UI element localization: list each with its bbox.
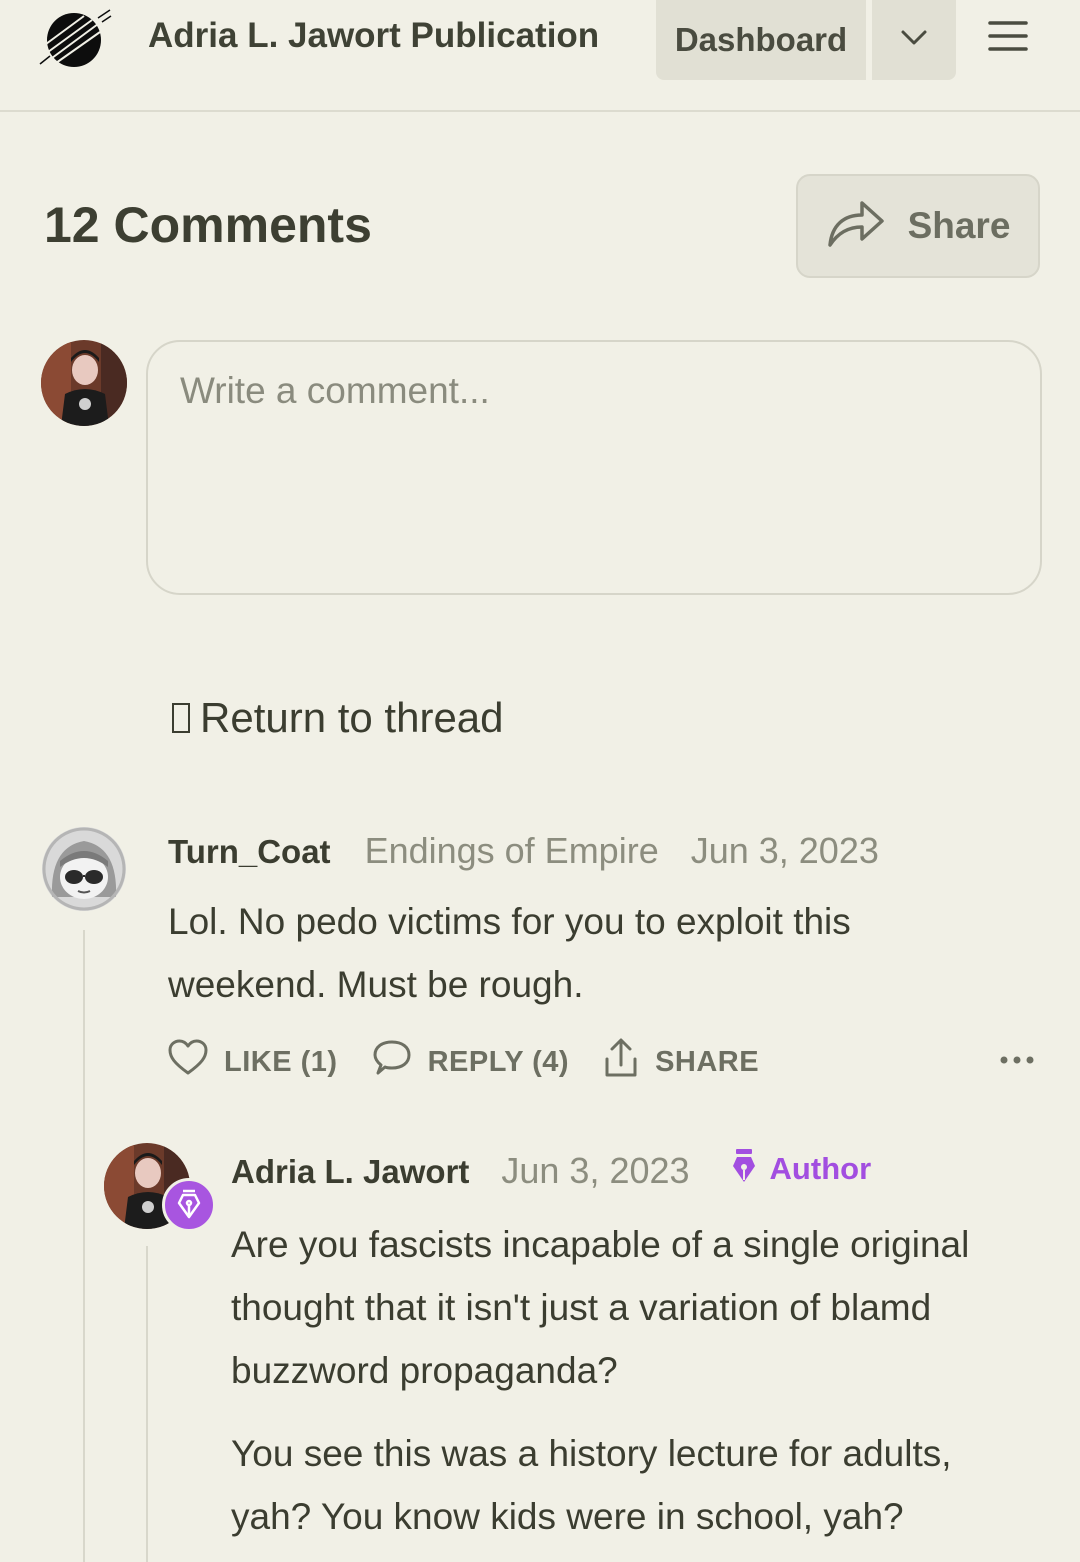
top-header: Adria L. Jawort Publication Dashboard (0, 0, 1080, 112)
share-comment-label: SHARE (655, 1045, 760, 1078)
reply-body-line: Are you fascists incapable of a single o… (231, 1224, 970, 1265)
comment-body-line: Lol. No pedo victims for you to exploit … (168, 901, 851, 942)
hamburger-menu-button[interactable] (984, 16, 1032, 60)
comment-body-line: weekend. Must be rough. (168, 964, 584, 1005)
return-to-thread-link[interactable]: Return to thread (172, 694, 504, 742)
reply-body-line: buzzword propaganda? (231, 1350, 618, 1391)
return-to-thread-label: Return to thread (200, 694, 504, 741)
more-dots-icon (999, 1052, 1035, 1070)
share-post-button[interactable]: Share (796, 174, 1040, 278)
comment-publication[interactable]: Endings of Empire (365, 830, 659, 872)
reply-date[interactable]: Jun 3, 2023 (501, 1150, 689, 1192)
fountain-pen-icon (730, 1147, 758, 1191)
dashboard-button[interactable]: Dashboard (656, 0, 866, 80)
fountain-pen-icon (174, 1187, 204, 1224)
author-tag: Author (730, 1147, 872, 1191)
like-label: LIKE (1) (224, 1045, 338, 1078)
current-user-avatar[interactable] (41, 340, 127, 426)
chevron-down-icon (900, 29, 928, 52)
publication-logo[interactable] (38, 8, 112, 68)
comment-meta: Turn_Coat Endings of Empire Jun 3, 2023 (168, 830, 879, 872)
comment-author[interactable]: Turn_Coat (168, 833, 331, 871)
page: Adria L. Jawort Publication Dashboard 12… (0, 0, 1080, 1562)
reply-meta: Adria L. Jawort Jun 3, 2023 Author (231, 1147, 871, 1192)
share-arrow-icon (826, 195, 886, 258)
reply-button[interactable]: REPLY (4) (372, 1039, 570, 1085)
thread-line[interactable] (83, 930, 85, 1562)
dashboard-dropdown-button[interactable] (872, 0, 956, 80)
commenter-avatar[interactable] (42, 827, 126, 911)
like-button[interactable]: LIKE (1) (168, 1039, 338, 1085)
share-comment-button[interactable]: SHARE (603, 1037, 759, 1087)
hamburger-menu-icon (987, 19, 1029, 58)
comments-count-title: 12 Comments (44, 197, 372, 253)
reply-body-line: thought that it isn't just a variation o… (231, 1287, 932, 1328)
upload-share-icon (603, 1037, 639, 1087)
more-options-button[interactable] (996, 1046, 1038, 1076)
comment-date[interactable]: Jun 3, 2023 (691, 830, 879, 872)
reply-body-paragraph-2: You see this was a history lecture for a… (231, 1422, 952, 1548)
author-badge (162, 1178, 216, 1232)
heart-icon (168, 1039, 208, 1085)
comment-input[interactable] (146, 340, 1042, 595)
reply-body-line: You see this was a history lecture for a… (231, 1433, 952, 1474)
reply-body-line: yah? You know kids were in school, yah? (231, 1496, 904, 1537)
missing-glyph-icon (172, 703, 190, 733)
reply-label: REPLY (4) (427, 1045, 570, 1078)
comment-actions: LIKE (1) REPLY (4) SHARE (168, 1036, 793, 1088)
publication-title[interactable]: Adria L. Jawort Publication (148, 16, 599, 56)
reply-thread-line[interactable] (146, 1246, 148, 1562)
reply-author[interactable]: Adria L. Jawort (231, 1153, 469, 1191)
reply-body-paragraph-1: Are you fascists incapable of a single o… (231, 1213, 969, 1402)
speech-bubble-icon (372, 1039, 412, 1085)
share-post-label: Share (907, 205, 1011, 246)
author-tag-label: Author (769, 1151, 872, 1186)
comment-body: Lol. No pedo victims for you to exploit … (168, 890, 851, 1016)
